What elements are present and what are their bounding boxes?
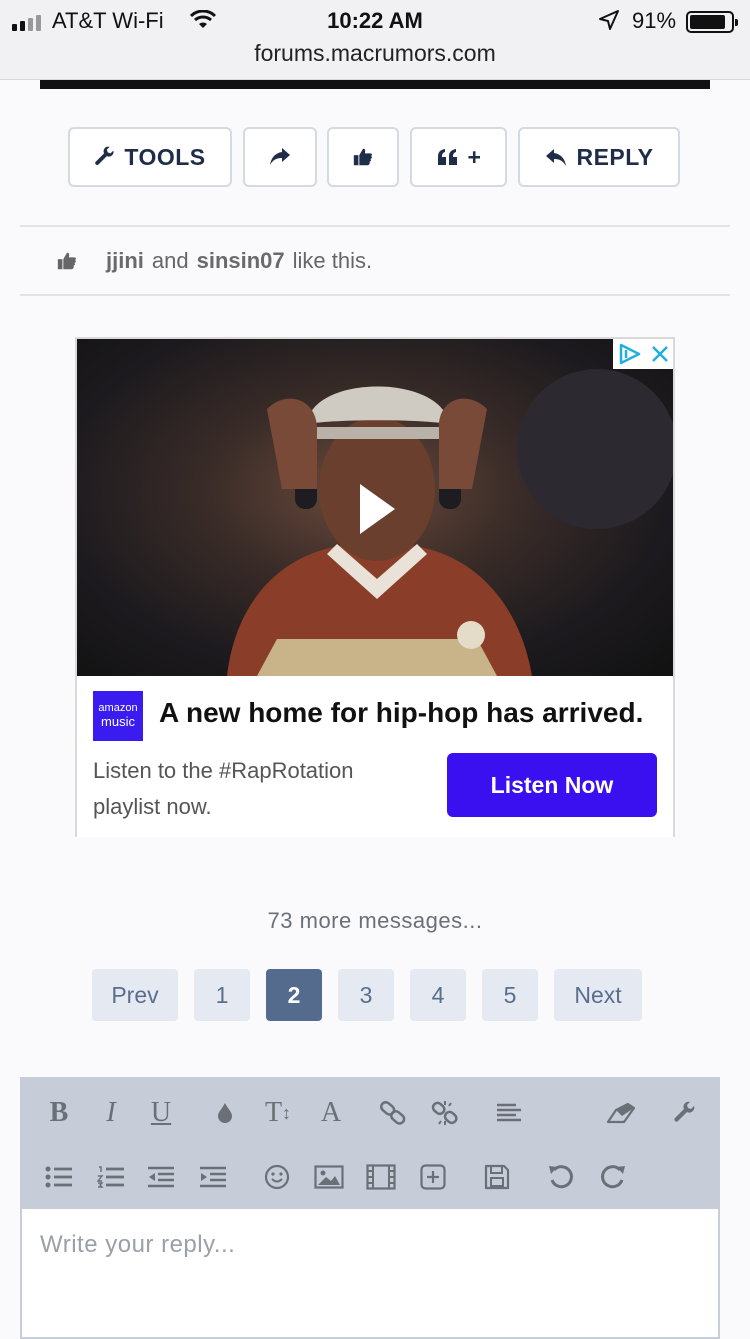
insert-link-button[interactable] [376, 1097, 410, 1129]
font-family-button[interactable]: A [314, 1097, 348, 1129]
outdent-button[interactable] [144, 1161, 178, 1193]
ad-choices[interactable] [613, 339, 673, 369]
amazon-music-logo: amazon music [93, 691, 143, 741]
image-icon [314, 1165, 344, 1189]
drop-icon [218, 1103, 232, 1123]
reply-editor[interactable]: Write your reply... [20, 1209, 720, 1339]
close-icon[interactable] [651, 345, 669, 363]
smiley-icon [264, 1164, 290, 1190]
unlink-icon [431, 1101, 458, 1125]
page-3-button[interactable]: 3 [338, 969, 394, 1021]
ad-headline[interactable]: A new home for hip-hop has arrived. [159, 697, 643, 729]
bullet-list-icon [45, 1166, 72, 1188]
liker-link-2[interactable]: sinsin07 [197, 248, 285, 274]
eraser-icon [606, 1102, 636, 1124]
bullet-list-button[interactable] [42, 1161, 76, 1193]
redo-icon [601, 1165, 625, 1189]
insert-more-button[interactable] [416, 1161, 450, 1193]
liker-link-1[interactable]: jjini [106, 248, 144, 274]
italic-button[interactable]: I [94, 1097, 128, 1129]
text-color-button[interactable] [210, 1097, 240, 1129]
status-bar: AT&T Wi-Fi 10:22 AM 91% forums.macrumors… [0, 0, 750, 80]
media-bottom-edge [40, 80, 710, 89]
likes-suffix: like this. [292, 248, 373, 273]
tools-label: TOOLS [124, 143, 206, 170]
film-icon [366, 1164, 396, 1190]
page-4-button[interactable]: 4 [410, 969, 466, 1021]
wrench-icon [95, 146, 114, 165]
page-5-button[interactable]: 5 [482, 969, 538, 1021]
brand-line-2: music [101, 714, 135, 729]
link-icon [380, 1101, 406, 1125]
plus-square-icon [420, 1164, 446, 1190]
brand-line-1: amazon [98, 702, 138, 714]
reply-placeholder: Write your reply... [40, 1231, 236, 1258]
numbered-list-icon [97, 1166, 124, 1188]
reply-button[interactable]: REPLY [518, 127, 680, 187]
editor-tools-button[interactable] [668, 1097, 702, 1129]
quote-icon [437, 149, 457, 165]
battery-icon [686, 11, 738, 33]
multi-quote-plus: + [467, 143, 482, 170]
like-button[interactable] [327, 127, 399, 187]
underline-button[interactable]: U [144, 1097, 178, 1129]
indent-icon [200, 1166, 226, 1188]
ad-body-text: Listen to the #RapRotation playlist now. [93, 758, 354, 819]
remove-format-button[interactable] [604, 1097, 638, 1129]
undo-button[interactable] [544, 1161, 578, 1193]
advertisement[interactable]: amazon music A new home for hip-hop has … [75, 337, 675, 837]
wrench-icon [674, 1101, 695, 1122]
prev-page-button[interactable]: Prev [92, 969, 178, 1021]
url-bar[interactable]: forums.macrumors.com [0, 40, 750, 67]
align-button[interactable] [492, 1097, 526, 1129]
unlink-button[interactable] [428, 1097, 462, 1129]
editor-toolbar: B I U T ↕ A [20, 1077, 720, 1209]
bold-button[interactable]: B [42, 1097, 76, 1129]
thumbs-up-icon [353, 148, 372, 166]
insert-media-button[interactable] [364, 1161, 398, 1193]
text-size-arrows-icon: ↕ [282, 1102, 292, 1123]
multi-quote-button[interactable]: + [410, 127, 507, 187]
more-messages-link[interactable]: 73 more messages... [0, 908, 750, 934]
undo-icon [549, 1165, 573, 1189]
save-icon [484, 1164, 510, 1190]
emoji-button[interactable] [260, 1161, 294, 1193]
outdent-icon [148, 1166, 174, 1188]
ad-video[interactable] [77, 339, 673, 676]
share-arrow-icon [270, 148, 290, 165]
reply-label: REPLY [576, 143, 654, 170]
tools-button[interactable]: TOOLS [68, 127, 232, 187]
battery-percent: 91% [632, 8, 677, 33]
indent-button[interactable] [196, 1161, 230, 1193]
ad-choices-icon[interactable] [618, 343, 642, 365]
numbered-list-button[interactable] [94, 1161, 128, 1193]
next-page-button[interactable]: Next [554, 969, 642, 1021]
text-size-label: T [264, 1097, 283, 1128]
redo-button[interactable] [596, 1161, 630, 1193]
page-2-button[interactable]: 2 [266, 969, 322, 1021]
divider [20, 225, 730, 227]
location-arrow-icon [599, 10, 619, 30]
divider [20, 294, 730, 296]
text-size-button[interactable]: T ↕ [260, 1097, 296, 1129]
listen-now-button[interactable]: Listen Now [447, 753, 657, 817]
page-1-button[interactable]: 1 [194, 969, 250, 1021]
likes-and: and [151, 248, 189, 273]
align-left-icon [497, 1103, 521, 1122]
ad-video-frame [227, 369, 673, 676]
save-draft-button[interactable] [480, 1161, 514, 1193]
thumbs-up-icon [57, 252, 76, 270]
insert-image-button[interactable] [312, 1161, 346, 1193]
likes-summary: jjini and sinsin07 like this. [56, 248, 372, 274]
reply-arrow-icon [546, 149, 567, 166]
share-button[interactable] [243, 127, 317, 187]
